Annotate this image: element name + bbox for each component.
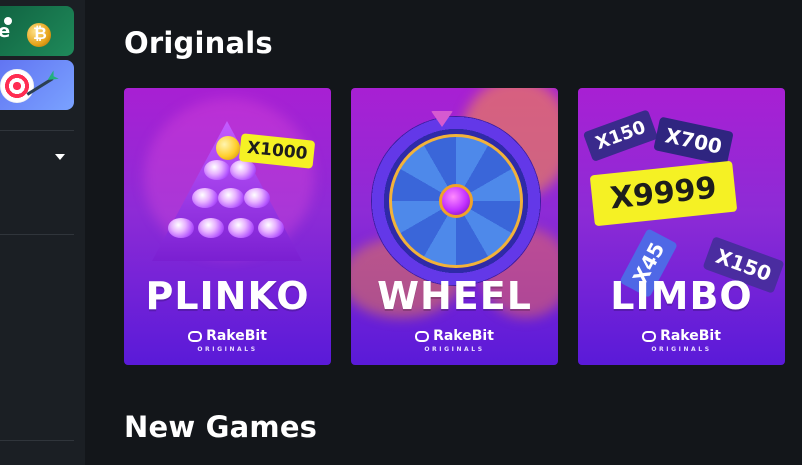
sidebar-game-thumb-target[interactable] (0, 60, 74, 110)
peg-icon (204, 160, 230, 180)
peg-icon (192, 188, 218, 208)
peg-icon (228, 218, 254, 238)
sidebar-divider (0, 234, 74, 235)
multiplier-badge: X9999 (589, 160, 737, 227)
rakebit-logo-icon (415, 330, 430, 342)
multiplier-tag: X700 (653, 116, 734, 166)
game-title: WHEEL (377, 274, 532, 318)
brand-subtitle: ORIGINALS (197, 346, 258, 353)
bitcoin-icon (27, 23, 51, 47)
brand-logo: RakeBit (351, 328, 558, 344)
peg-icon (198, 218, 224, 238)
chevron-down-icon[interactable] (55, 154, 65, 160)
brand-name: RakeBit (660, 328, 721, 344)
brand-name: RakeBit (206, 328, 267, 344)
game-title: LIMBO (610, 274, 753, 318)
sidebar-divider (0, 130, 74, 131)
target-icon (0, 69, 34, 103)
sidebar-divider (0, 440, 74, 441)
game-card-plinko[interactable]: X1000 PLINKO RakeBit ORIGINALS (124, 88, 331, 365)
section-title-originals: Originals (124, 26, 273, 60)
brand-logo: RakeBit (124, 328, 331, 344)
brand-name: RakeBit (433, 328, 494, 344)
rakebit-logo-icon (188, 330, 203, 342)
gold-ball-icon (216, 136, 240, 160)
sidebar: e (0, 0, 85, 465)
rakebit-logo-icon (642, 330, 657, 342)
game-card-limbo[interactable]: X150 X700 X150 X45 X9999 LIMBO RakeBit O… (578, 88, 785, 365)
brand-logo: RakeBit (578, 328, 785, 344)
peg-icon (168, 218, 194, 238)
peg-icon (218, 188, 244, 208)
section-title-new-games: New Games (124, 410, 318, 444)
wheel-hub-icon (439, 184, 473, 218)
brand-subtitle: ORIGINALS (651, 346, 712, 353)
game-card-wheel[interactable]: WHEEL RakeBit ORIGINALS (351, 88, 558, 365)
game-title: PLINKO (145, 274, 310, 318)
sidebar-game-thumb-crypto[interactable]: e (0, 6, 74, 56)
brand-subtitle: ORIGINALS (424, 346, 485, 353)
peg-icon (258, 218, 284, 238)
peg-icon (230, 160, 256, 180)
multiplier-tag: X150 (582, 109, 659, 162)
peg-icon (244, 188, 270, 208)
ball-icon (4, 17, 12, 25)
